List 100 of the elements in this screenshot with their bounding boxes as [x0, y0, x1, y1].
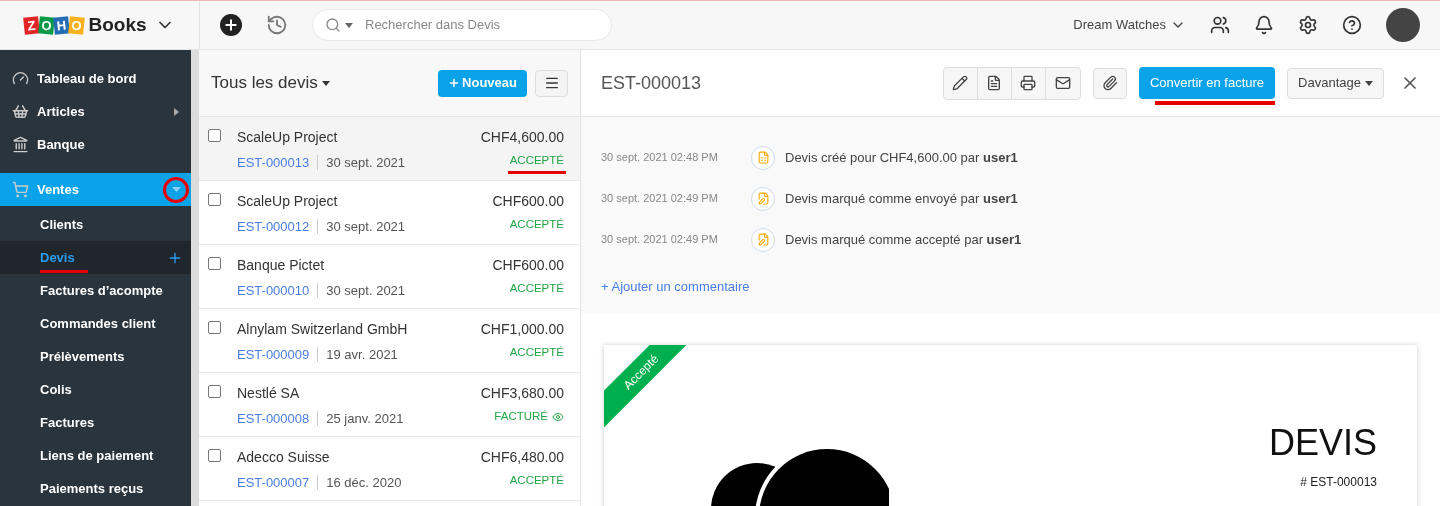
sidebar-label: Ventes	[37, 180, 79, 199]
customer-name: Alnylam Switzerland GmbH	[237, 320, 408, 339]
checkbox[interactable]	[208, 193, 221, 206]
search-field[interactable]: Rechercher dans Devis	[312, 9, 612, 41]
logo[interactable]: Z O H O Books	[24, 10, 147, 40]
document-heading: DEVIS	[1268, 425, 1377, 461]
status-label: ACCEPTÉ	[509, 217, 564, 232]
document-number: # EST-000013	[1300, 474, 1377, 491]
estimate-number[interactable]: EST-000013	[237, 153, 310, 173]
sidebar-item[interactable]: Articles	[0, 95, 191, 128]
estimate-date: 25 janv. 2021	[326, 410, 404, 428]
plus-icon	[223, 17, 239, 33]
history-text: Devis marqué comme accepté par user1	[785, 230, 1022, 249]
logo-letter: O	[68, 15, 86, 35]
checkbox[interactable]	[208, 321, 221, 334]
menu-button[interactable]	[535, 69, 568, 97]
submenu-arrow-icon	[174, 107, 179, 116]
menu-icon	[543, 75, 560, 91]
amount: CHF1,000.00	[480, 320, 564, 339]
sidebar-label: Articles	[37, 102, 85, 121]
customer-name: ScaleUp Project	[237, 128, 339, 147]
history-time: 30 sept. 2021 02:49 PM	[601, 191, 719, 207]
amount: CHF4,600.00	[480, 128, 564, 147]
history-text: Devis marqué comme envoyé par user1	[785, 189, 1018, 208]
bank-icon	[12, 136, 29, 153]
estimate-number[interactable]: EST-000009	[237, 345, 310, 365]
sidebar-item[interactable]: Tableau de bord	[0, 62, 191, 95]
logo-word: Books	[88, 12, 147, 37]
attach-button[interactable]	[1092, 67, 1127, 99]
amount: CHF6,480.00	[480, 448, 564, 467]
estimate-number[interactable]: EST-000012	[237, 217, 310, 237]
logo-letter: H	[53, 15, 71, 35]
eye-icon[interactable]	[552, 410, 564, 423]
estimate-date: 30 sept. 2021	[326, 154, 406, 172]
add-button[interactable]	[220, 14, 242, 36]
sidebar-label: Tableau de bord	[37, 69, 137, 88]
logo-letter: Z	[23, 15, 41, 35]
history-icon[interactable]	[266, 14, 288, 36]
sidebar-subitem[interactable]: Factures	[0, 406, 191, 439]
annotation-underline	[40, 270, 88, 274]
status-label: ACCEPTÉ	[509, 152, 564, 170]
sidebar-subitem[interactable]: Clients	[0, 208, 191, 241]
history-text: Devis créé pour CHF4,600.00 par user1	[785, 148, 1018, 167]
search-input[interactable]: Rechercher dans Devis	[365, 15, 599, 35]
estimate-title: EST-000013	[601, 71, 702, 95]
estimate-date: 16 déc. 2020	[326, 474, 402, 492]
sidebar-subitem[interactable]: Devis	[0, 241, 191, 274]
more-button[interactable]: Davantage	[1287, 67, 1384, 99]
avatar[interactable]	[1386, 8, 1420, 42]
basket-icon	[12, 103, 29, 120]
logo-letter: O	[38, 15, 56, 35]
amount: CHF600.00	[492, 192, 564, 211]
bell-icon[interactable]	[1254, 15, 1274, 35]
settings-icon[interactable]	[1298, 15, 1318, 35]
sidebar-subitem[interactable]: Paiements reçus	[0, 472, 191, 505]
status-label: ACCEPTÉ	[509, 473, 564, 488]
plus-icon	[448, 77, 461, 89]
paperclip-icon	[1101, 75, 1118, 91]
status-label: ACCEPTÉ	[509, 345, 564, 360]
add-comment-link[interactable]: + Ajouter un commentaire	[601, 277, 1420, 297]
caret-icon	[1365, 80, 1373, 86]
history-time: 30 sept. 2021 02:48 PM	[601, 150, 719, 166]
sidebar-subitem[interactable]: Prélèvements	[0, 340, 191, 373]
estimate-number[interactable]: EST-000007	[237, 473, 310, 493]
estimate-row[interactable]: ScaleUp Project EST-000013 30 sept. 2021 CHF4,600.00 ACCEPTÉ	[199, 117, 580, 181]
sidebar-item[interactable]: Banque	[0, 128, 191, 161]
checkbox[interactable]	[208, 257, 221, 270]
users-icon[interactable]	[1210, 15, 1230, 35]
sidebar-subitem[interactable]: Liens de paiement	[0, 439, 191, 472]
caret-icon	[345, 22, 353, 28]
search-icon	[325, 17, 341, 33]
checkbox[interactable]	[208, 385, 221, 398]
list-view-dropdown[interactable]: Tous les devis	[211, 70, 330, 96]
sidebar-label: Banque	[37, 135, 85, 154]
amount: CHF600.00	[492, 256, 564, 275]
printer-icon	[1020, 75, 1037, 91]
document-glyph	[756, 151, 770, 164]
pencil-icon	[952, 75, 969, 91]
sidebar-subitem[interactable]: Commandes client	[0, 307, 191, 340]
sidebar-subitem[interactable]: Colis	[0, 373, 191, 406]
checkbox[interactable]	[208, 129, 221, 142]
estimate-number[interactable]: EST-000008	[237, 409, 310, 429]
estimate-date: 30 sept. 2021	[326, 282, 406, 300]
estimate-number[interactable]: EST-000010	[237, 281, 310, 301]
pdf-icon	[986, 75, 1003, 91]
help-icon[interactable]	[1342, 15, 1362, 35]
gauge-icon	[12, 70, 29, 87]
customer-name: ScaleUp Project	[237, 192, 339, 211]
status-label: FACTURÉ	[494, 408, 564, 426]
caret-icon	[321, 80, 330, 86]
checkbox[interactable]	[208, 449, 221, 462]
estimate-date: 30 sept. 2021	[326, 218, 406, 236]
organization-menu[interactable]: Dream Watches	[1073, 15, 1186, 35]
customer-name: Banque Pictet	[237, 256, 326, 275]
document-glyph	[756, 192, 770, 205]
sidebar-subitem[interactable]: Factures d’acompte	[0, 274, 191, 307]
history-time: 30 sept. 2021 02:49 PM	[601, 232, 719, 248]
annotation-underline	[507, 171, 566, 175]
document-glyph	[756, 233, 770, 246]
estimate-date: 19 avr. 2021	[326, 346, 398, 364]
